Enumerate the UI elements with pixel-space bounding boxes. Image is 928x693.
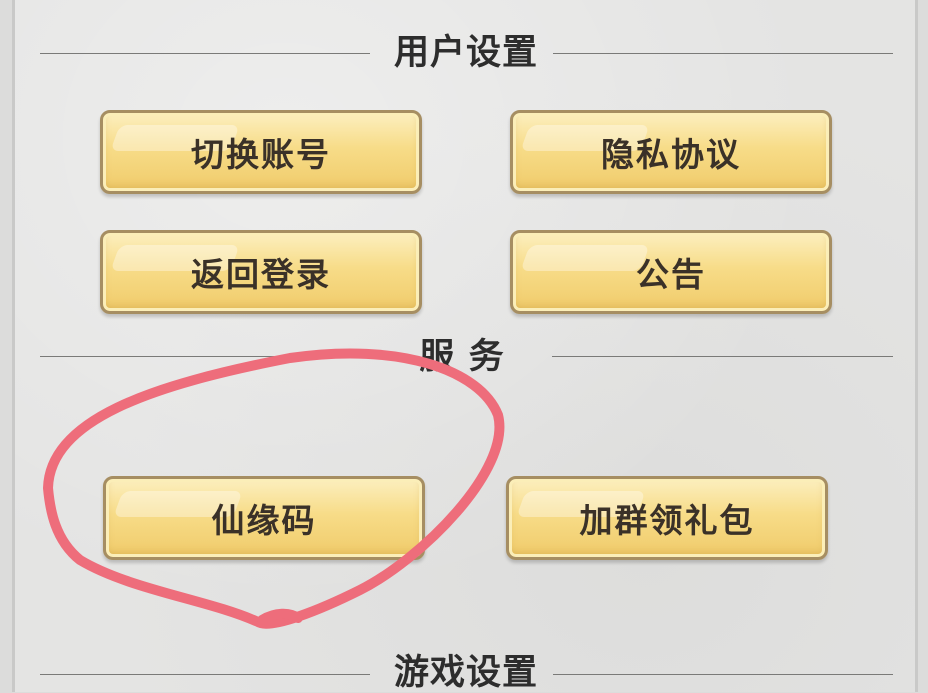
announcement-label: 公告 bbox=[636, 255, 706, 294]
section-divider-right bbox=[552, 356, 893, 357]
announcement-button[interactable]: 公告 bbox=[510, 230, 832, 314]
section-title-game-settings: 游戏设置 bbox=[393, 653, 539, 693]
back-to-login-label: 返回登录 bbox=[191, 255, 331, 294]
section-divider-left bbox=[40, 53, 370, 54]
join-group-gift-label: 加群领礼包 bbox=[579, 501, 755, 540]
switch-account-button[interactable]: 切换账号 bbox=[100, 110, 422, 194]
switch-account-label: 切换账号 bbox=[191, 135, 331, 174]
section-divider-right bbox=[553, 53, 893, 54]
privacy-policy-label: 隐私协议 bbox=[601, 135, 741, 174]
section-title-services: 服 务 bbox=[419, 337, 505, 377]
section-divider-left bbox=[40, 674, 370, 675]
xianyuan-code-button[interactable]: 仙缘码 bbox=[103, 476, 425, 560]
xianyuan-code-label: 仙缘码 bbox=[211, 501, 317, 540]
section-title-user-settings: 用户设置 bbox=[393, 33, 539, 73]
section-divider-left bbox=[40, 356, 410, 357]
back-to-login-button[interactable]: 返回登录 bbox=[100, 230, 422, 314]
privacy-policy-button[interactable]: 隐私协议 bbox=[510, 110, 832, 194]
join-group-gift-button[interactable]: 加群领礼包 bbox=[506, 476, 828, 560]
section-divider-right bbox=[553, 674, 893, 675]
